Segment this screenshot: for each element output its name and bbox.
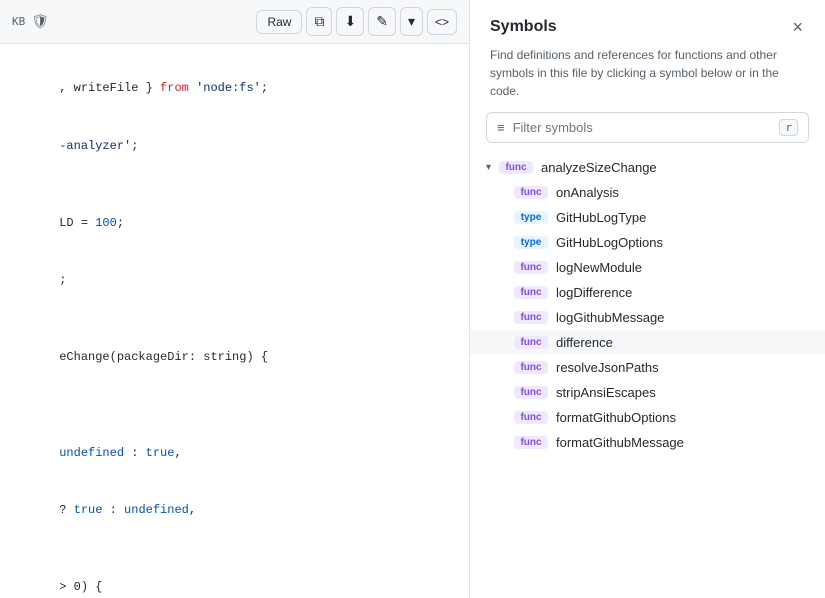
code-symbol-icon: <> <box>435 15 449 29</box>
func-badge: func <box>514 386 548 399</box>
code-line: , writeFile } from 'node:fs'; <box>0 60 469 118</box>
symbol-item-logNewModule[interactable]: func logNewModule <box>470 255 825 280</box>
symbols-header: Symbols × <box>470 0 825 46</box>
symbol-name: stripAnsiEscapes <box>556 385 656 400</box>
download-icon: ⬇ <box>344 13 356 30</box>
symbol-name: onAnalysis <box>556 185 619 200</box>
chevron-down-icon: ▾ <box>408 13 415 30</box>
symbol-name: resolveJsonPaths <box>556 360 659 375</box>
symbol-item-GitHubLogOptions[interactable]: type GitHubLogOptions <box>470 230 825 255</box>
symbol-item-logDifference[interactable]: func logDifference <box>470 280 825 305</box>
filter-icon: ≡ <box>497 120 505 135</box>
code-line <box>0 540 469 559</box>
symbol-name: logGithubMessage <box>556 310 664 325</box>
symbol-name: analyzeSizeChange <box>541 160 657 175</box>
raw-button[interactable]: Raw <box>256 10 302 34</box>
code-line <box>0 175 469 194</box>
shield-icon: 🛡 <box>31 13 49 30</box>
symbol-item-resolveJsonPaths[interactable]: func resolveJsonPaths <box>470 355 825 380</box>
type-badge: type <box>514 236 548 249</box>
func-badge: func <box>514 336 548 349</box>
symbols-list: ▾ func analyzeSizeChange func onAnalysis… <box>470 155 825 598</box>
edit-chevron-button[interactable]: ▾ <box>400 7 423 36</box>
filter-container: ≡ r <box>470 112 825 155</box>
copy-icon: ⧉ <box>314 13 324 30</box>
code-line: -analyzer'; <box>0 118 469 176</box>
symbol-item-onAnalysis[interactable]: func onAnalysis <box>470 180 825 205</box>
func-badge: func <box>514 261 548 274</box>
code-content: , writeFile } from 'node:fs'; -analyzer'… <box>0 44 469 598</box>
code-toolbar: KB 🛡 Raw ⧉ ⬇ ✎ ▾ <> <box>0 0 469 44</box>
code-line: ? true : undefined, <box>0 482 469 540</box>
kb-badge: KB <box>12 15 25 28</box>
filter-input-wrapper: ≡ r <box>486 112 809 143</box>
code-line <box>0 386 469 405</box>
symbol-name: GitHubLogOptions <box>556 235 663 250</box>
code-line: > 0) { <box>0 559 469 598</box>
toolbar-left: KB 🛡 <box>12 13 250 30</box>
func-badge: func <box>514 286 548 299</box>
symbol-name: formatGithubMessage <box>556 435 684 450</box>
download-button[interactable]: ⬇ <box>336 7 364 36</box>
func-badge: func <box>514 361 548 374</box>
symbol-name: logDifference <box>556 285 632 300</box>
symbol-name: difference <box>556 335 613 350</box>
code-panel: KB 🛡 Raw ⧉ ⬇ ✎ ▾ <> , w <box>0 0 470 598</box>
func-badge: func <box>514 411 548 424</box>
symbol-item-difference[interactable]: func difference <box>470 330 825 355</box>
func-badge: func <box>514 436 548 449</box>
symbol-name: logNewModule <box>556 260 642 275</box>
symbol-item-formatGithubOptions[interactable]: func formatGithubOptions <box>470 405 825 430</box>
filter-symbols-input[interactable] <box>513 120 772 135</box>
code-line <box>0 405 469 424</box>
symbol-name: GitHubLogType <box>556 210 646 225</box>
func-badge: func <box>514 311 548 324</box>
close-button[interactable]: × <box>790 16 805 38</box>
code-line: ; <box>0 252 469 310</box>
edit-button[interactable]: ✎ <box>368 7 396 36</box>
code-line <box>0 309 469 328</box>
pencil-icon: ✎ <box>376 13 388 30</box>
type-badge: type <box>514 211 548 224</box>
symbol-item-logGithubMessage[interactable]: func logGithubMessage <box>470 305 825 330</box>
symbols-panel: Symbols × Find definitions and reference… <box>470 0 825 598</box>
toolbar-right: Raw ⧉ ⬇ ✎ ▾ <> <box>256 7 457 36</box>
chevron-down-icon: ▾ <box>486 162 491 173</box>
code-line: eChange(packageDir: string) { <box>0 329 469 387</box>
symbol-item-stripAnsiEscapes[interactable]: func stripAnsiEscapes <box>470 380 825 405</box>
code-line: undefined : true, <box>0 425 469 483</box>
filter-shortcut: r <box>779 119 798 136</box>
code-line: LD = 100; <box>0 194 469 252</box>
symbol-item-analyzeSizeChange[interactable]: ▾ func analyzeSizeChange <box>470 155 825 180</box>
symbol-name: formatGithubOptions <box>556 410 676 425</box>
func-badge: func <box>499 161 533 174</box>
copy-button[interactable]: ⧉ <box>306 7 332 36</box>
symbols-toggle-button[interactable]: <> <box>427 9 457 35</box>
symbols-description: Find definitions and references for func… <box>470 46 825 112</box>
symbols-title: Symbols <box>490 18 557 36</box>
symbol-item-GitHubLogType[interactable]: type GitHubLogType <box>470 205 825 230</box>
symbol-item-formatGithubMessage[interactable]: func formatGithubMessage <box>470 430 825 455</box>
func-badge: func <box>514 186 548 199</box>
